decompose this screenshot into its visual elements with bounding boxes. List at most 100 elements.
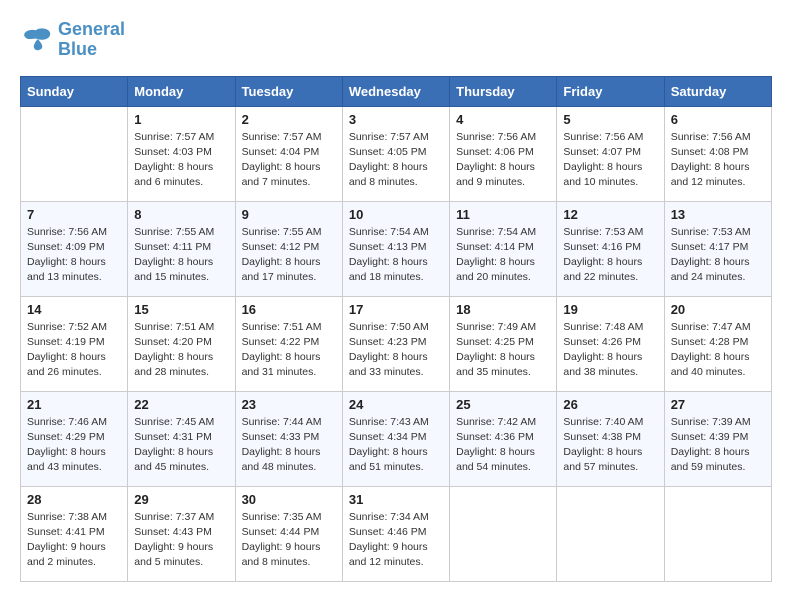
day-number: 28 <box>27 492 121 507</box>
calendar-cell: 5Sunrise: 7:56 AM Sunset: 4:07 PM Daylig… <box>557 106 664 201</box>
day-number: 4 <box>456 112 550 127</box>
day-number: 25 <box>456 397 550 412</box>
header-row: SundayMondayTuesdayWednesdayThursdayFrid… <box>21 76 772 106</box>
day-info: Sunrise: 7:49 AM Sunset: 4:25 PM Dayligh… <box>456 320 550 381</box>
day-number: 31 <box>349 492 443 507</box>
calendar-cell <box>450 486 557 581</box>
calendar-cell: 20 Sunrise: 7:47 AM Sunset: 4:28 PM Dayli… <box>664 296 771 391</box>
calendar-cell <box>664 486 771 581</box>
day-number: 10 <box>349 207 443 222</box>
calendar-cell: 24Sunrise: 7:43 AM Sunset: 4:34 PM Dayli… <box>342 391 449 486</box>
day-number: 9 <box>242 207 336 222</box>
day-info: Sunrise: 7:52 AM Sunset: 4:19 PM Dayligh… <box>27 320 121 381</box>
day-info: Sunrise: 7:51 AM Sunset: 4:20 PM Dayligh… <box>134 320 228 381</box>
calendar-cell: 30 Sunrise: 7:35 AM Sunset: 4:44 PM Dayli… <box>235 486 342 581</box>
day-info: Sunrise: 7:51 AM Sunset: 4:22 PM Dayligh… <box>242 320 336 381</box>
week-row-1: 1Sunrise: 7:57 AM Sunset: 4:03 PM Daylig… <box>21 106 772 201</box>
day-info: Sunrise: 7:39 AM Sunset: 4:39 PM Dayligh… <box>671 415 765 476</box>
calendar-cell: 15 Sunrise: 7:51 AM Sunset: 4:20 PM Dayli… <box>128 296 235 391</box>
week-row-3: 14Sunrise: 7:52 AM Sunset: 4:19 PM Dayli… <box>21 296 772 391</box>
day-number: 23 <box>242 397 336 412</box>
day-number: 7 <box>27 207 121 222</box>
logo: General Blue <box>20 20 125 60</box>
day-number: 17 <box>349 302 443 317</box>
calendar-cell: 18 Sunrise: 7:49 AM Sunset: 4:25 PM Dayli… <box>450 296 557 391</box>
col-header-monday: Monday <box>128 76 235 106</box>
calendar-cell: 19 Sunrise: 7:48 AM Sunset: 4:26 PM Dayli… <box>557 296 664 391</box>
calendar-cell: 25 Sunrise: 7:42 AM Sunset: 4:36 PM Dayli… <box>450 391 557 486</box>
col-header-saturday: Saturday <box>664 76 771 106</box>
calendar-cell: 26 Sunrise: 7:40 AM Sunset: 4:38 PM Dayli… <box>557 391 664 486</box>
calendar-cell: 7 Sunrise: 7:56 AM Sunset: 4:09 PM Daylig… <box>21 201 128 296</box>
calendar-cell: 27 Sunrise: 7:39 AM Sunset: 4:39 PM Dayli… <box>664 391 771 486</box>
calendar-cell: 10 Sunrise: 7:54 AM Sunset: 4:13 PM Dayli… <box>342 201 449 296</box>
day-number: 15 <box>134 302 228 317</box>
col-header-sunday: Sunday <box>21 76 128 106</box>
day-number: 19 <box>563 302 657 317</box>
day-info: Sunrise: 7:40 AM Sunset: 4:38 PM Dayligh… <box>563 415 657 476</box>
week-row-5: 28 Sunrise: 7:38 AM Sunset: 4:41 PM Dayli… <box>21 486 772 581</box>
day-number: 22 <box>134 397 228 412</box>
day-number: 24 <box>349 397 443 412</box>
day-info: Sunrise: 7:57 AM Sunset: 4:04 PM Dayligh… <box>242 130 336 191</box>
calendar-cell: 4Sunrise: 7:56 AM Sunset: 4:06 PM Daylig… <box>450 106 557 201</box>
calendar-cell: 2 Sunrise: 7:57 AM Sunset: 4:04 PM Daylig… <box>235 106 342 201</box>
day-info: Sunrise: 7:53 AM Sunset: 4:17 PM Dayligh… <box>671 225 765 286</box>
calendar-cell: 21 Sunrise: 7:46 AM Sunset: 4:29 PM Dayli… <box>21 391 128 486</box>
calendar-cell: 31 Sunrise: 7:34 AM Sunset: 4:46 PM Dayli… <box>342 486 449 581</box>
day-info: Sunrise: 7:42 AM Sunset: 4:36 PM Dayligh… <box>456 415 550 476</box>
day-info: Sunrise: 7:55 AM Sunset: 4:11 PM Dayligh… <box>134 225 228 286</box>
day-info: Sunrise: 7:54 AM Sunset: 4:13 PM Dayligh… <box>349 225 443 286</box>
col-header-tuesday: Tuesday <box>235 76 342 106</box>
logo-bird-icon <box>20 26 52 54</box>
day-info: Sunrise: 7:45 AM Sunset: 4:31 PM Dayligh… <box>134 415 228 476</box>
calendar-cell: 22 Sunrise: 7:45 AM Sunset: 4:31 PM Dayli… <box>128 391 235 486</box>
calendar-cell: 28 Sunrise: 7:38 AM Sunset: 4:41 PM Dayli… <box>21 486 128 581</box>
day-number: 21 <box>27 397 121 412</box>
day-number: 11 <box>456 207 550 222</box>
calendar-cell: 16 Sunrise: 7:51 AM Sunset: 4:22 PM Dayli… <box>235 296 342 391</box>
day-number: 18 <box>456 302 550 317</box>
calendar-cell: 29Sunrise: 7:37 AM Sunset: 4:43 PM Dayli… <box>128 486 235 581</box>
calendar-cell <box>21 106 128 201</box>
day-info: Sunrise: 7:34 AM Sunset: 4:46 PM Dayligh… <box>349 510 443 571</box>
day-info: Sunrise: 7:56 AM Sunset: 4:07 PM Dayligh… <box>563 130 657 191</box>
day-info: Sunrise: 7:44 AM Sunset: 4:33 PM Dayligh… <box>242 415 336 476</box>
col-header-thursday: Thursday <box>450 76 557 106</box>
calendar-cell: 23 Sunrise: 7:44 AM Sunset: 4:33 PM Dayli… <box>235 391 342 486</box>
day-info: Sunrise: 7:53 AM Sunset: 4:16 PM Dayligh… <box>563 225 657 286</box>
day-number: 30 <box>242 492 336 507</box>
day-number: 26 <box>563 397 657 412</box>
col-header-wednesday: Wednesday <box>342 76 449 106</box>
day-info: Sunrise: 7:56 AM Sunset: 4:08 PM Dayligh… <box>671 130 765 191</box>
day-number: 3 <box>349 112 443 127</box>
day-number: 16 <box>242 302 336 317</box>
calendar-cell: 3Sunrise: 7:57 AM Sunset: 4:05 PM Daylig… <box>342 106 449 201</box>
calendar-cell: 14Sunrise: 7:52 AM Sunset: 4:19 PM Dayli… <box>21 296 128 391</box>
week-row-2: 7 Sunrise: 7:56 AM Sunset: 4:09 PM Daylig… <box>21 201 772 296</box>
day-info: Sunrise: 7:55 AM Sunset: 4:12 PM Dayligh… <box>242 225 336 286</box>
day-info: Sunrise: 7:48 AM Sunset: 4:26 PM Dayligh… <box>563 320 657 381</box>
calendar-cell: 9 Sunrise: 7:55 AM Sunset: 4:12 PM Daylig… <box>235 201 342 296</box>
calendar-cell: 6Sunrise: 7:56 AM Sunset: 4:08 PM Daylig… <box>664 106 771 201</box>
calendar-cell: 17 Sunrise: 7:50 AM Sunset: 4:23 PM Dayli… <box>342 296 449 391</box>
day-number: 20 <box>671 302 765 317</box>
calendar-cell: 13 Sunrise: 7:53 AM Sunset: 4:17 PM Dayli… <box>664 201 771 296</box>
day-info: Sunrise: 7:46 AM Sunset: 4:29 PM Dayligh… <box>27 415 121 476</box>
calendar-cell: 1Sunrise: 7:57 AM Sunset: 4:03 PM Daylig… <box>128 106 235 201</box>
calendar-cell: 12Sunrise: 7:53 AM Sunset: 4:16 PM Dayli… <box>557 201 664 296</box>
day-info: Sunrise: 7:50 AM Sunset: 4:23 PM Dayligh… <box>349 320 443 381</box>
calendar-cell: 8Sunrise: 7:55 AM Sunset: 4:11 PM Daylig… <box>128 201 235 296</box>
day-info: Sunrise: 7:56 AM Sunset: 4:09 PM Dayligh… <box>27 225 121 286</box>
day-number: 29 <box>134 492 228 507</box>
day-info: Sunrise: 7:35 AM Sunset: 4:44 PM Dayligh… <box>242 510 336 571</box>
logo-text: General Blue <box>58 20 125 60</box>
day-info: Sunrise: 7:38 AM Sunset: 4:41 PM Dayligh… <box>27 510 121 571</box>
day-number: 2 <box>242 112 336 127</box>
day-number: 27 <box>671 397 765 412</box>
day-info: Sunrise: 7:47 AM Sunset: 4:28 PM Dayligh… <box>671 320 765 381</box>
week-row-4: 21 Sunrise: 7:46 AM Sunset: 4:29 PM Dayli… <box>21 391 772 486</box>
day-number: 13 <box>671 207 765 222</box>
day-info: Sunrise: 7:54 AM Sunset: 4:14 PM Dayligh… <box>456 225 550 286</box>
page-header: General Blue <box>20 20 772 60</box>
